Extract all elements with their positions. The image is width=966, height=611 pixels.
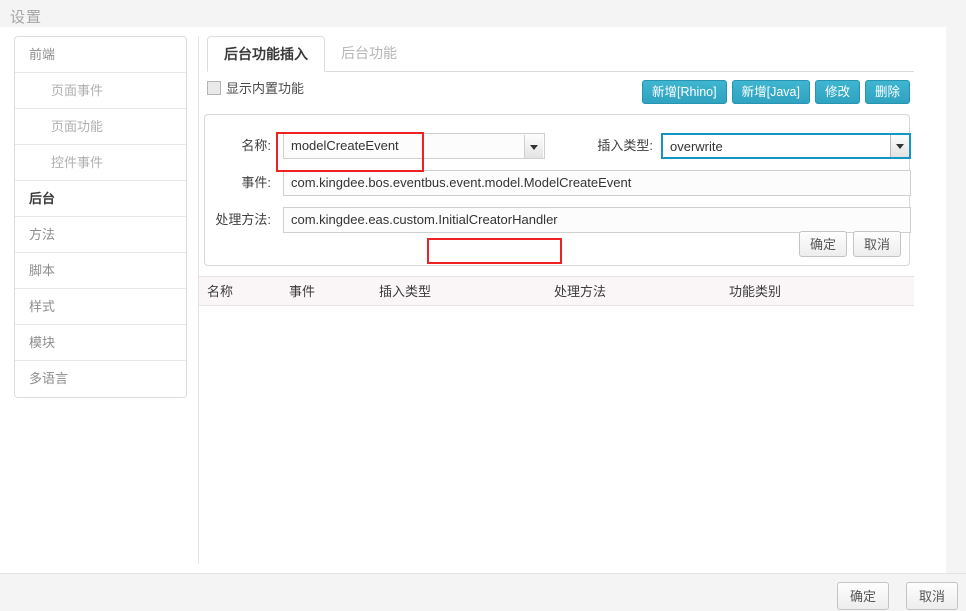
sidebar-item-modules[interactable]: 模块 [15, 325, 186, 361]
name-field-label: 名称: [241, 138, 271, 153]
insert-type-combo[interactable]: overwrite [661, 133, 911, 159]
handler-field-label: 处理方法: [215, 212, 271, 227]
show-builtin-label: 显示内置功能 [226, 81, 305, 96]
insert-type-value: overwrite [670, 139, 723, 154]
sidebar-item-scripts[interactable]: 脚本 [15, 253, 186, 289]
main-panel: 后台功能插入 后台功能 显示内置功能 新增[Rhino] 新增[Java] 修改 删除… [198, 36, 914, 564]
column-header-event: 事件 [289, 284, 316, 299]
form-button-group: 确定 取消 [793, 231, 901, 257]
toolbar: 新增[Rhino] 新增[Java] 修改 删除 [637, 80, 910, 104]
column-header-category: 功能类别 [729, 284, 782, 299]
show-builtin-checkbox-row[interactable]: 显示内置功能 [207, 80, 304, 100]
event-input[interactable]: com.kingdee.bos.eventbus.event.model.Mod… [283, 170, 911, 196]
sidebar: 前端 页面事件 页面功能 控件事件 后台 方法 脚本 样式 模块 多语言 [14, 36, 187, 398]
form-ok-button[interactable]: 确定 [798, 231, 847, 257]
handler-input-value: com.kingdee.eas.custom.InitialCreatorHan… [291, 212, 558, 227]
edit-form-panel: 名称: modelCreateEvent 插入类型: overwrite 事件:… [204, 114, 911, 266]
checkbox-icon[interactable] [207, 81, 221, 95]
page-title: 设置 [10, 9, 43, 26]
tab-bar: 后台功能插入 后台功能 [207, 36, 914, 72]
tab-backend-function[interactable]: 后台功能 [325, 36, 413, 72]
insert-type-label: 插入类型: [597, 138, 653, 153]
right-margin [946, 27, 966, 573]
name-combo[interactable]: modelCreateEvent [283, 133, 545, 159]
delete-button[interactable]: 删除 [864, 80, 910, 104]
sidebar-item-page-functions[interactable]: 页面功能 [15, 109, 186, 145]
column-header-name: 名称 [207, 284, 234, 299]
footer-ok-button[interactable]: 确定 [837, 582, 889, 610]
add-rhino-button[interactable]: 新增[Rhino] [642, 80, 727, 104]
sidebar-item-control-events[interactable]: 控件事件 [15, 145, 186, 181]
column-header-insert-type: 插入类型 [379, 284, 432, 299]
add-java-button[interactable]: 新增[Java] [731, 80, 810, 104]
chevron-down-icon[interactable] [524, 135, 543, 158]
column-header-handler: 处理方法 [554, 284, 607, 299]
event-field-label: 事件: [241, 175, 271, 190]
form-cancel-button[interactable]: 取消 [852, 231, 901, 257]
chevron-down-icon[interactable] [890, 135, 909, 157]
table-body [199, 306, 914, 564]
table-header: 名称 事件 插入类型 处理方法 功能类别 [199, 276, 914, 306]
handler-input[interactable]: com.kingdee.eas.custom.InitialCreatorHan… [283, 207, 911, 233]
tab-backend-function-insert[interactable]: 后台功能插入 [207, 36, 325, 72]
event-input-value: com.kingdee.bos.eventbus.event.model.Mod… [291, 175, 632, 190]
sidebar-item-methods[interactable]: 方法 [15, 217, 186, 253]
sidebar-item-backend[interactable]: 后台 [15, 181, 186, 217]
sidebar-item-frontend[interactable]: 前端 [15, 37, 186, 73]
sidebar-item-i18n[interactable]: 多语言 [15, 361, 186, 397]
sidebar-item-page-events[interactable]: 页面事件 [15, 73, 186, 109]
edit-button[interactable]: 修改 [814, 80, 860, 104]
footer-cancel-button[interactable]: 取消 [906, 582, 958, 610]
name-combo-value: modelCreateEvent [291, 138, 399, 153]
sidebar-item-styles[interactable]: 样式 [15, 289, 186, 325]
content-area: 前端 页面事件 页面功能 控件事件 后台 方法 脚本 样式 模块 多语言 后台功… [0, 27, 946, 573]
footer-bar: 确定 取消 [0, 573, 966, 611]
